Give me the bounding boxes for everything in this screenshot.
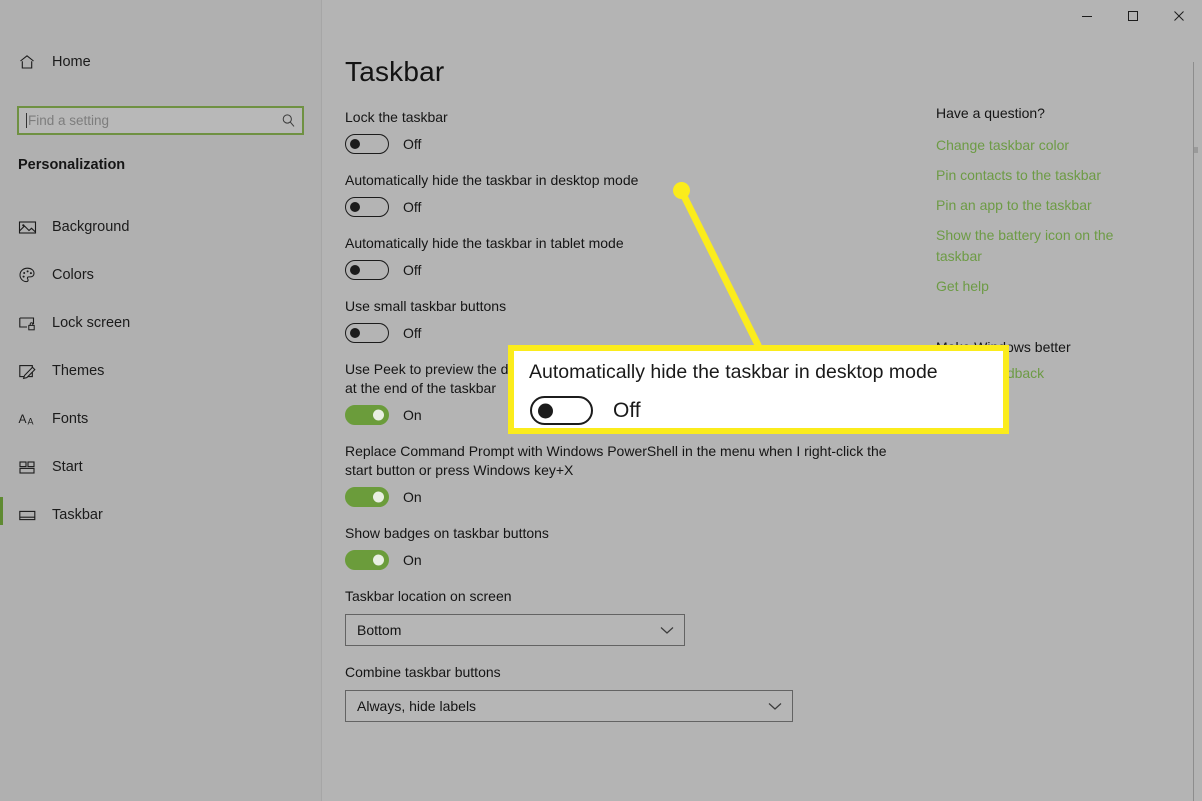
toggle-autohide-tablet[interactable] — [345, 260, 389, 280]
help-panel: Have a question? Change taskbar color Pi… — [936, 105, 1151, 381]
setting-show-badges: Show badges on taskbar buttons On — [345, 524, 905, 570]
home-icon — [18, 53, 42, 71]
sidebar-item-colors[interactable]: Colors — [0, 251, 322, 299]
setting-autohide-desktop: Automatically hide the taskbar in deskto… — [345, 171, 905, 217]
help-link-show-battery-icon[interactable]: Show the battery icon on the taskbar — [936, 225, 1151, 267]
toggle-state: On — [403, 407, 422, 423]
setting-replace-command-prompt: Replace Command Prompt with Windows Powe… — [345, 442, 905, 507]
sidebar-item-home[interactable]: Home — [0, 42, 321, 82]
setting-label: Automatically hide the taskbar in deskto… — [345, 172, 639, 188]
sidebar-item-label: Fonts — [52, 411, 89, 427]
toggle-state: Off — [403, 262, 422, 278]
sidebar-item-label: Lock screen — [52, 315, 131, 331]
callout-label: Automatically hide the taskbar in deskto… — [529, 361, 938, 383]
toggle-lock-the-taskbar[interactable] — [345, 134, 389, 154]
page-title: Taskbar — [345, 56, 445, 87]
setting-label: Replace Command Prompt with Windows Powe… — [345, 443, 887, 478]
minimize-button[interactable] — [1064, 0, 1110, 31]
close-button[interactable] — [1156, 0, 1202, 31]
help-heading: Have a question? — [936, 105, 1045, 121]
sidebar-item-label: Start — [52, 459, 83, 475]
sidebar-item-themes[interactable]: Themes — [0, 347, 322, 395]
annotation-callout: Automatically hide the taskbar in deskto… — [508, 345, 1009, 434]
toggle-replace-command-prompt[interactable] — [345, 487, 389, 507]
sidebar-item-label: Home — [52, 54, 91, 70]
toggle-row: Off — [345, 260, 905, 280]
minimize-icon — [1081, 10, 1093, 22]
help-link-change-taskbar-color[interactable]: Change taskbar color — [936, 135, 1151, 156]
annotation-dot — [673, 182, 690, 199]
fonts-icon: A A — [18, 410, 42, 429]
setting-small-taskbar-buttons: Use small taskbar buttons Off — [345, 297, 905, 343]
close-icon — [1173, 10, 1185, 22]
sidebar-item-label: Taskbar — [52, 507, 103, 523]
dropdown-taskbar-location[interactable]: Bottom — [345, 614, 685, 646]
toggle-state: Off — [403, 199, 422, 215]
sidebar-item-start[interactable]: Start — [0, 443, 322, 491]
maximize-icon — [1127, 10, 1139, 22]
setting-label: Automatically hide the taskbar in tablet… — [345, 235, 624, 251]
setting-lock-the-taskbar: Lock the taskbar Off — [345, 108, 905, 154]
taskbar-icon — [18, 506, 42, 525]
search-box[interactable] — [17, 106, 304, 135]
setting-label: Taskbar location on screen — [345, 588, 512, 604]
sidebar: Home Personalization — [0, 0, 322, 801]
callout-toggle-row: Off — [530, 396, 641, 425]
toggle-row: On — [345, 487, 905, 507]
sidebar-item-fonts[interactable]: A A Fonts — [0, 395, 322, 443]
image-icon — [18, 218, 42, 237]
svg-text:A: A — [28, 416, 34, 426]
setting-autohide-tablet: Automatically hide the taskbar in tablet… — [345, 234, 905, 280]
toggle-show-badges[interactable] — [345, 550, 389, 570]
dropdown-value: Always, hide labels — [357, 698, 477, 714]
scrollbar-thumb[interactable] — [1194, 147, 1198, 153]
search-icon[interactable] — [274, 113, 302, 128]
help-link-pin-an-app[interactable]: Pin an app to the taskbar — [936, 195, 1151, 216]
sidebar-section-title: Personalization — [18, 157, 126, 173]
chevron-down-icon — [768, 702, 782, 711]
toggle-row: Off — [345, 134, 905, 154]
toggle-row: Off — [345, 323, 905, 343]
maximize-button[interactable] — [1110, 0, 1156, 31]
callout-toggle-autohide-desktop[interactable] — [530, 396, 593, 425]
sidebar-nav-list: Background Colors Lock screen Themes A A… — [0, 203, 322, 539]
setting-combine-taskbar-buttons: Combine taskbar buttons Always, hide lab… — [345, 663, 905, 722]
themes-icon — [18, 362, 42, 381]
toggle-use-peek[interactable] — [345, 405, 389, 425]
sidebar-item-taskbar[interactable]: Taskbar — [0, 491, 322, 539]
help-link-get-help[interactable]: Get help — [936, 276, 1151, 297]
sidebar-item-label: Background — [52, 219, 130, 235]
toggle-state: On — [403, 489, 422, 505]
lock-screen-icon — [18, 314, 42, 333]
setting-label: Lock the taskbar — [345, 109, 448, 125]
setting-label: Combine taskbar buttons — [345, 664, 501, 680]
setting-label: Show badges on taskbar buttons — [345, 525, 549, 541]
sidebar-item-background[interactable]: Background — [0, 203, 322, 251]
dropdown-value: Bottom — [357, 622, 402, 638]
chevron-down-icon — [660, 626, 674, 635]
toggle-state: On — [403, 552, 422, 568]
settings-window: Settings — [0, 0, 1202, 801]
dropdown-combine-taskbar-buttons[interactable]: Always, hide labels — [345, 690, 793, 722]
toggle-small-taskbar-buttons[interactable] — [345, 323, 389, 343]
start-icon — [18, 458, 42, 477]
svg-text:A: A — [19, 412, 27, 426]
toggle-row: Off — [345, 197, 905, 217]
window-controls — [1064, 0, 1202, 31]
help-link-pin-contacts[interactable]: Pin contacts to the taskbar — [936, 165, 1151, 186]
toggle-state: Off — [403, 136, 422, 152]
setting-label: Use small taskbar buttons — [345, 298, 507, 314]
toggle-row: On — [345, 550, 905, 570]
sidebar-item-label: Colors — [52, 267, 94, 283]
toggle-autohide-desktop[interactable] — [345, 197, 389, 217]
sidebar-item-label: Themes — [52, 363, 105, 379]
sidebar-item-lock-screen[interactable]: Lock screen — [0, 299, 322, 347]
palette-icon — [18, 266, 42, 285]
callout-toggle-state: Off — [613, 398, 641, 422]
setting-taskbar-location: Taskbar location on screen Bottom — [345, 587, 905, 646]
content-right-rule — [1193, 62, 1194, 801]
search-input[interactable] — [27, 113, 274, 128]
toggle-state: Off — [403, 325, 422, 341]
